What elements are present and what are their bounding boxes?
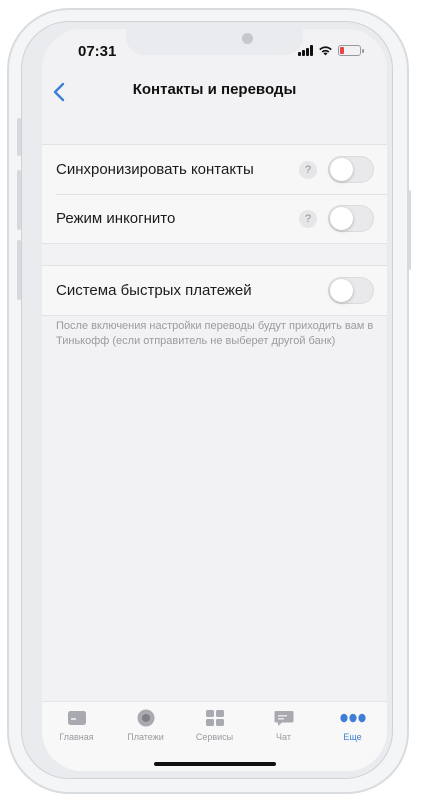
wifi-icon	[319, 46, 332, 56]
battery-icon	[338, 45, 364, 56]
status-icons	[298, 45, 364, 56]
tab-label: Еще	[343, 732, 362, 742]
setting-label: Система быстрых платежей	[56, 282, 252, 299]
help-button[interactable]: ?	[299, 160, 317, 179]
toggle-knob	[330, 279, 353, 302]
navigation-bar: Контакты и переводы	[42, 69, 387, 113]
more-icon	[339, 713, 366, 723]
app-screen: 07:31 Контакты и переводы Синхронизирова…	[42, 29, 387, 771]
signal-icon	[298, 45, 313, 56]
setting-row-incognito[interactable]: Режим инкогнито ?	[42, 194, 387, 243]
toggle-knob	[330, 158, 353, 181]
page-title: Контакты и переводы	[132, 81, 297, 98]
settings-group-payments: Система быстрых платежей	[42, 265, 387, 316]
settings-group-contacts: Синхронизировать контакты ? Режим инкогн…	[42, 144, 387, 244]
tab-bar: Главная Платежи Сервисы Чат Еще	[42, 701, 387, 771]
setting-label: Режим инкогнито	[56, 210, 176, 227]
battery-level-fill	[340, 47, 344, 54]
chat-icon	[274, 711, 293, 726]
grid-icon	[205, 710, 224, 726]
tab-payments[interactable]: Платежи	[111, 708, 180, 742]
tab-more[interactable]: Еще	[318, 708, 387, 742]
sync-contacts-toggle[interactable]	[328, 156, 374, 183]
fast-payments-toggle[interactable]	[328, 277, 374, 304]
tab-label: Платежи	[127, 732, 164, 742]
tab-label: Сервисы	[195, 732, 234, 742]
tab-label: Главная	[59, 732, 94, 742]
incognito-toggle[interactable]	[328, 205, 374, 232]
setting-row-sync-contacts[interactable]: Синхронизировать контакты ?	[42, 145, 387, 194]
footnote-text: После включения настройки переводы будут…	[56, 320, 374, 347]
tab-chat[interactable]: Чат	[249, 708, 318, 742]
card-icon	[67, 711, 86, 725]
circle-icon	[137, 709, 154, 727]
help-button[interactable]: ?	[299, 209, 317, 228]
power-button	[407, 190, 411, 270]
status-time: 07:31	[78, 43, 117, 60]
tab-label: Чат	[276, 732, 291, 742]
tab-services[interactable]: Сервисы	[180, 708, 249, 742]
setting-row-fast-payments[interactable]: Система быстрых платежей	[42, 266, 387, 315]
tab-home[interactable]: Главная	[42, 708, 111, 742]
setting-label: Синхронизировать контакты	[56, 161, 254, 178]
toggle-knob	[330, 207, 353, 230]
camera-dot	[242, 33, 253, 44]
notch	[126, 29, 303, 55]
home-indicator	[154, 762, 276, 766]
